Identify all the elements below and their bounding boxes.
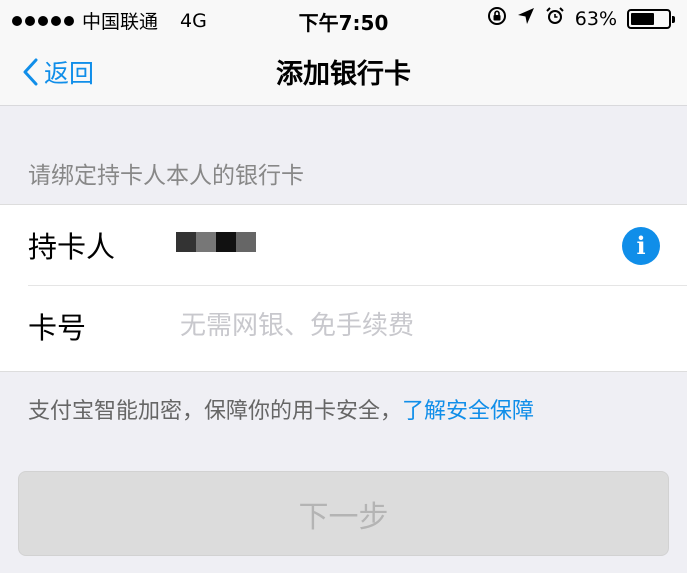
holder-row: 持卡人 i xyxy=(0,205,687,285)
section-hint: 请绑定持卡人本人的银行卡 xyxy=(28,163,304,189)
security-link[interactable]: 了解安全保障 xyxy=(402,399,534,424)
card-label: 卡号 xyxy=(28,310,87,345)
holder-label: 持卡人 xyxy=(28,230,116,264)
signal-strength-icon xyxy=(12,15,74,26)
status-left: 中国联通 4G xyxy=(12,7,207,34)
chevron-left-icon xyxy=(23,58,38,86)
alarm-icon xyxy=(545,6,565,31)
status-bar: 中国联通 4G 下午7:50 63% xyxy=(0,0,687,36)
security-text: 支付宝智能加密，保障你的用卡安全， xyxy=(28,399,403,424)
status-right: 63% xyxy=(487,6,677,31)
card-form: 持卡人 i 卡号 xyxy=(0,204,687,372)
carrier-name: 中国联通 xyxy=(82,11,159,33)
battery-icon xyxy=(627,8,675,29)
security-notice: 支付宝智能加密，保障你的用卡安全，了解安全保障 xyxy=(28,393,534,425)
holder-name-masked xyxy=(176,232,256,252)
location-arrow-icon xyxy=(517,7,535,30)
info-icon[interactable]: i xyxy=(622,227,660,265)
next-step-button[interactable]: 下一步 xyxy=(18,471,669,556)
back-label: 返回 xyxy=(44,59,95,88)
battery-fill xyxy=(631,12,654,25)
card-number-input[interactable] xyxy=(180,306,660,346)
nav-bar: 返回 添加银行卡 xyxy=(0,36,687,106)
network-type: 4G xyxy=(180,9,207,32)
back-button[interactable]: 返回 xyxy=(22,54,94,90)
battery-percent: 63% xyxy=(574,7,617,30)
card-number-row: 卡号 xyxy=(28,285,687,365)
rotation-lock-icon xyxy=(487,6,507,31)
page-title: 添加银行卡 xyxy=(276,59,411,90)
